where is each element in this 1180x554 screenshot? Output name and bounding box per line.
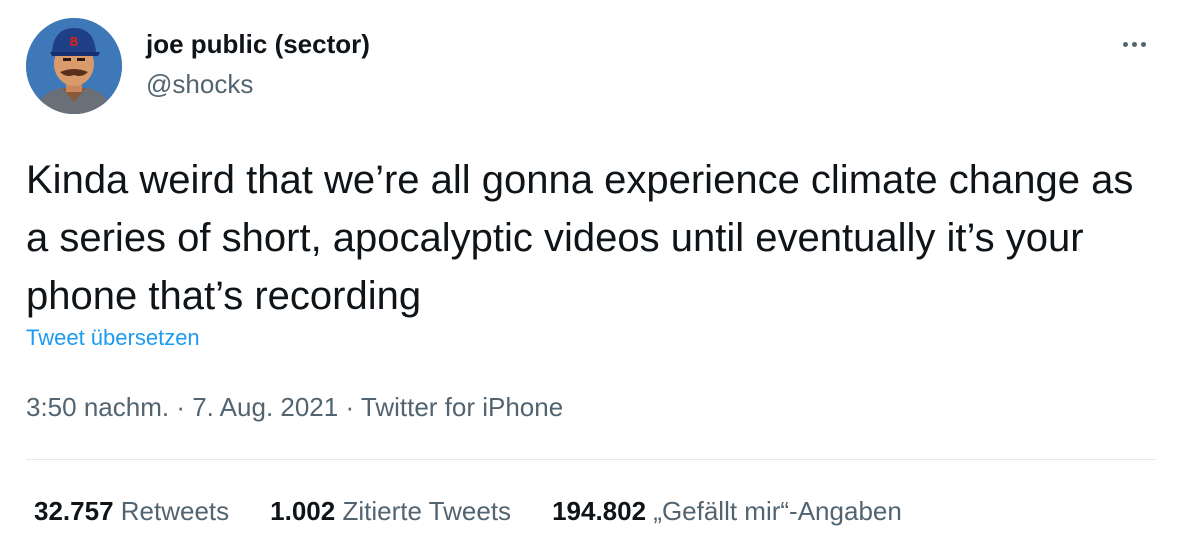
more-horizontal-icon[interactable] — [1116, 32, 1152, 56]
retweets-count: 32.757 — [34, 496, 114, 526]
tweet-time[interactable]: 3:50 nachm. — [26, 392, 169, 422]
retweets-label: Retweets — [120, 496, 230, 526]
divider — [26, 459, 1156, 460]
quotes-count: 1.002 — [270, 496, 336, 526]
retweets-stat[interactable]: 32.757 Retweets — [34, 496, 229, 527]
user-handle[interactable]: @shocks — [146, 69, 253, 100]
meta-separator: · — [169, 392, 193, 422]
likes-label: „Gefällt mir“-Angaben — [653, 496, 902, 526]
translate-tweet-link[interactable]: Tweet übersetzen — [26, 325, 200, 351]
tweet-source[interactable]: Twitter for iPhone — [361, 392, 563, 422]
avatar[interactable]: B — [26, 18, 122, 114]
tweet-stats: 32.757 Retweets 1.002 Zitierte Tweets 19… — [34, 496, 943, 527]
tweet-text: Kinda weird that we’re all gonna experie… — [26, 158, 1134, 318]
likes-stat[interactable]: 194.802 „Gefällt mir“-Angaben — [552, 496, 902, 527]
display-name[interactable]: joe public (sector) — [146, 29, 370, 60]
tweet-meta: 3:50 nachm. · 7. Aug. 2021 · Twitter for… — [26, 392, 563, 423]
more-dot — [1131, 41, 1137, 47]
likes-count: 194.802 — [552, 496, 647, 526]
quotes-label: Zitierte Tweets — [342, 496, 512, 526]
quotes-stat[interactable]: 1.002 Zitierte Tweets — [270, 496, 511, 527]
more-dot — [1140, 41, 1146, 47]
meta-separator: · — [338, 392, 361, 422]
svg-text:B: B — [69, 35, 78, 49]
more-dot — [1122, 41, 1128, 47]
tweet-date[interactable]: 7. Aug. 2021 — [192, 392, 338, 422]
